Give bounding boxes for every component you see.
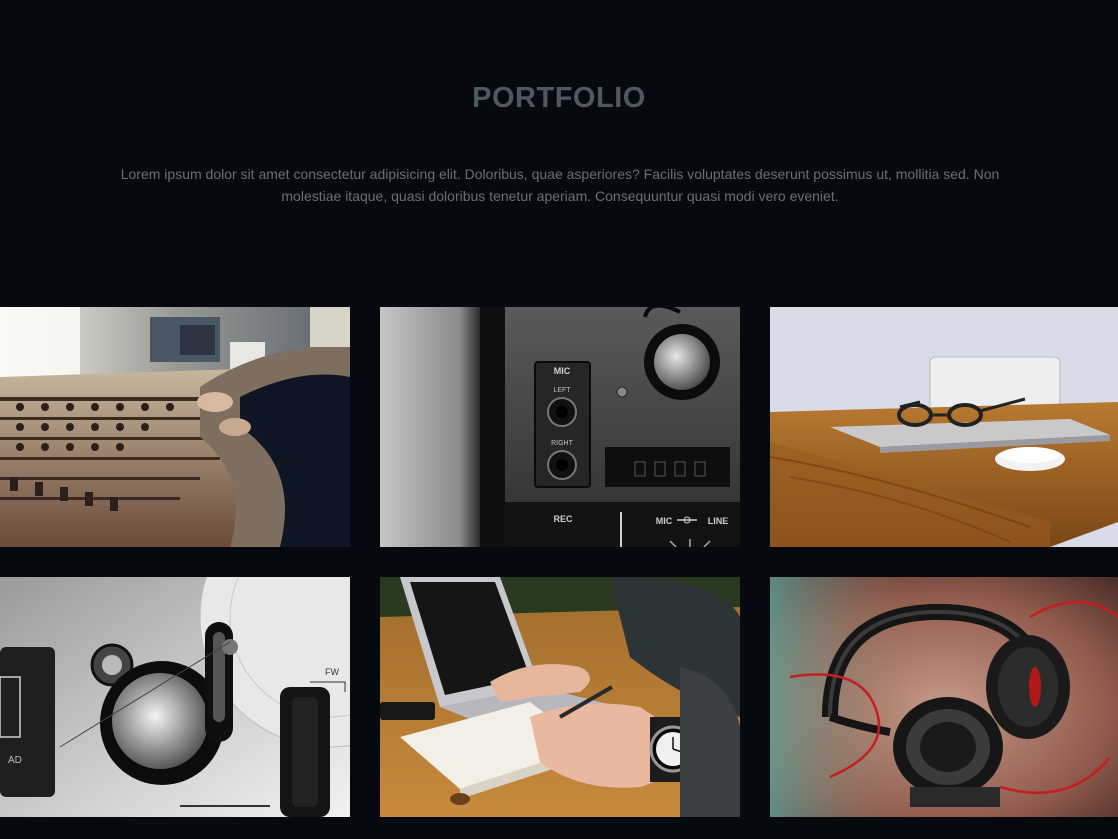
- portfolio-title: PORTFOLIO: [472, 82, 646, 114]
- mixing-console-image: [0, 307, 350, 547]
- portfolio-description: Lorem ipsum dolor sit amet consectetur a…: [120, 166, 1000, 204]
- portfolio-item-glasses-desk[interactable]: [770, 307, 1118, 547]
- writing-image: [380, 577, 740, 817]
- portfolio-item-turntable[interactable]: AD FW: [0, 577, 350, 817]
- mic-line-label: MIC: [656, 516, 673, 526]
- portfolio-item-writing[interactable]: [380, 577, 740, 817]
- fw-label: FW: [325, 667, 339, 677]
- right-label: RIGHT: [551, 440, 574, 447]
- line-label: LINE: [708, 516, 729, 526]
- glasses-desk-image: [770, 307, 1118, 547]
- headphones-image: [770, 577, 1118, 817]
- left-label: LEFT: [553, 387, 571, 394]
- tape-recorder-image: MIC LEFT RIGHT REC MIC LINE: [380, 307, 740, 547]
- rec-label: REC: [553, 514, 573, 524]
- portfolio-item-mixing-console[interactable]: [0, 307, 350, 547]
- ad-label: AD: [8, 755, 22, 766]
- turntable-image: AD FW: [0, 577, 350, 817]
- portfolio-section: PORTFOLIO Lorem ipsum dolor sit amet con…: [0, 0, 1118, 839]
- mic-label: MIC: [554, 366, 571, 376]
- portfolio-item-headphones[interactable]: [770, 577, 1118, 817]
- portfolio-item-tape-recorder[interactable]: MIC LEFT RIGHT REC MIC LINE: [380, 307, 740, 547]
